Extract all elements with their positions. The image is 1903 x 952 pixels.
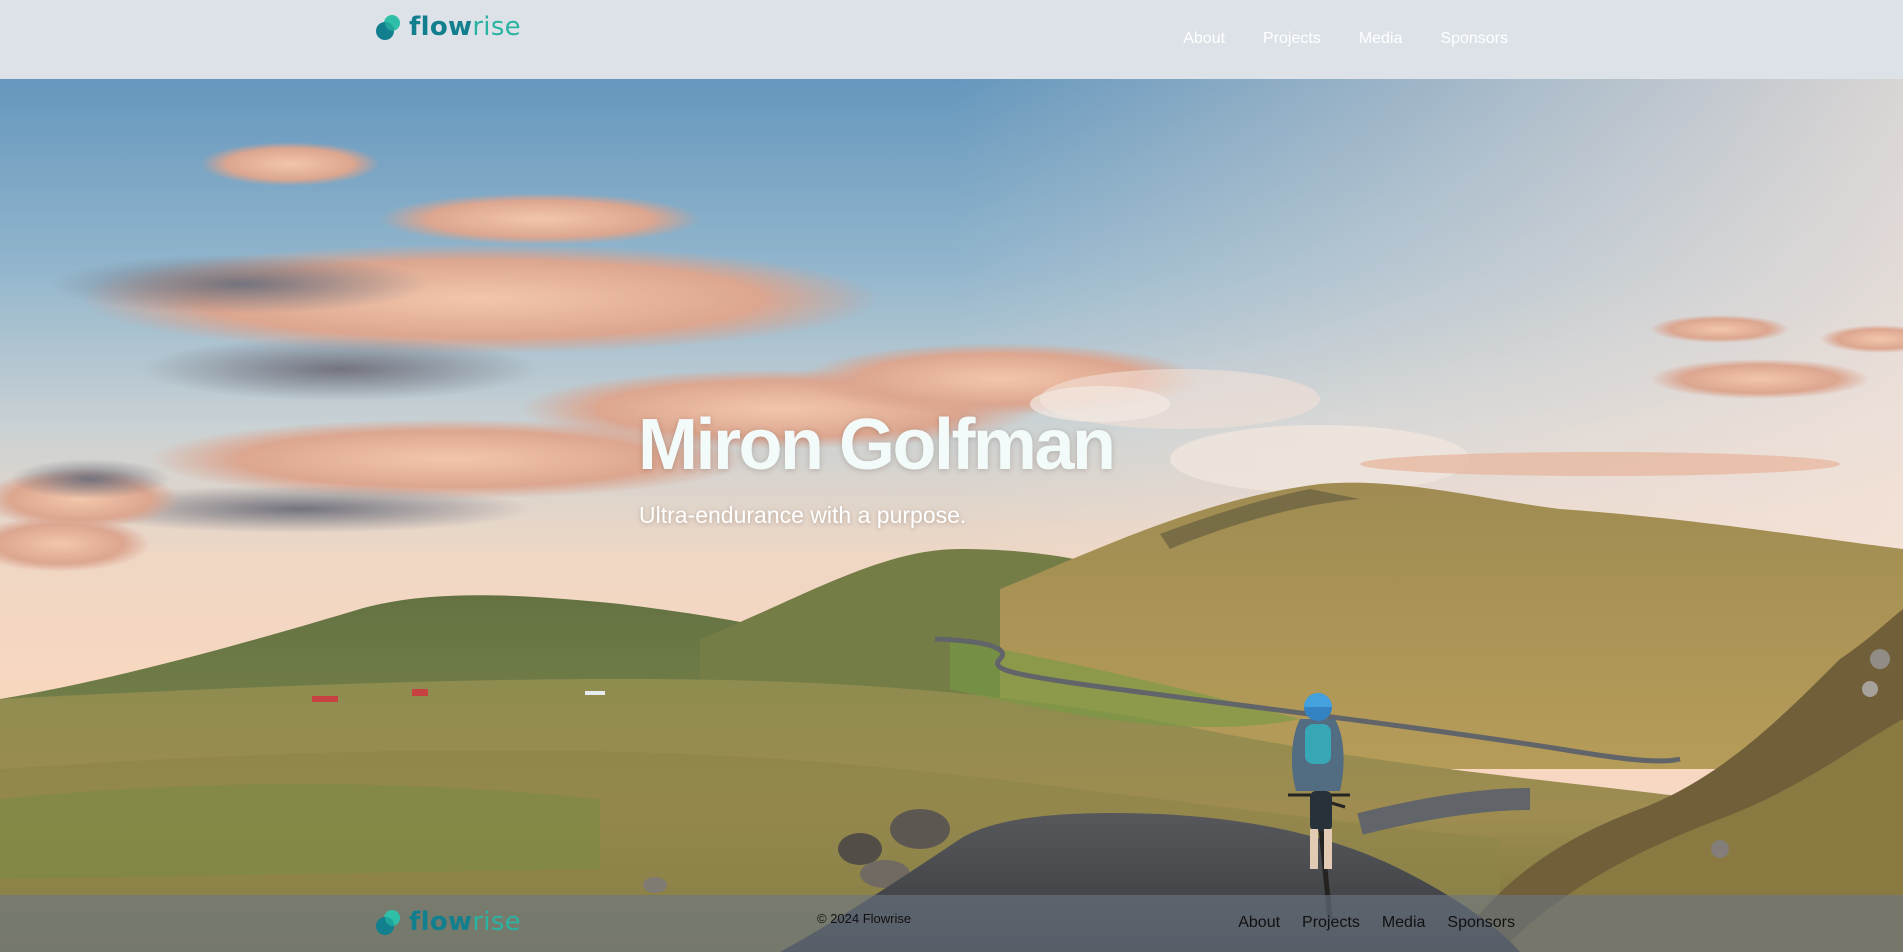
footer-nav: About Projects Media Sponsors	[1238, 913, 1515, 933]
hero-subtitle: Ultra-endurance with a purpose.	[639, 502, 967, 528]
nav-about[interactable]: About	[1183, 28, 1225, 50]
footer-nav-about[interactable]: About	[1238, 913, 1280, 933]
main-nav: About Projects Media Sponsors	[1183, 28, 1508, 50]
footer-nav-sponsors[interactable]: Sponsors	[1447, 913, 1515, 933]
header-logo-link[interactable]: flowrise	[375, 13, 521, 43]
flowrise-logo-icon	[376, 910, 400, 935]
hero-title: Miron Golfman	[638, 405, 1116, 485]
footer-logo-link[interactable]: flowrise	[375, 908, 521, 938]
footer-nav-media[interactable]: Media	[1382, 913, 1426, 933]
nav-media[interactable]: Media	[1359, 28, 1403, 50]
nav-projects[interactable]: Projects	[1263, 28, 1321, 50]
nav-sponsors[interactable]: Sponsors	[1440, 28, 1508, 50]
logo-wordmark: flowrise	[409, 907, 521, 937]
logo-wordmark: flowrise	[409, 12, 521, 42]
footer-nav-projects[interactable]: Projects	[1302, 913, 1360, 933]
copyright-text: © 2024 Flowrise	[817, 911, 912, 926]
page: flowrise About Projects Media Sponsors M…	[0, 0, 1903, 952]
flowrise-logo-icon	[376, 15, 400, 40]
site-footer: flowrise © 2024 Flowrise About Projects …	[0, 895, 1903, 952]
hero-section: Miron Golfman Ultra-endurance with a pur…	[0, 79, 1903, 952]
site-header: flowrise About Projects Media Sponsors	[0, 0, 1903, 79]
